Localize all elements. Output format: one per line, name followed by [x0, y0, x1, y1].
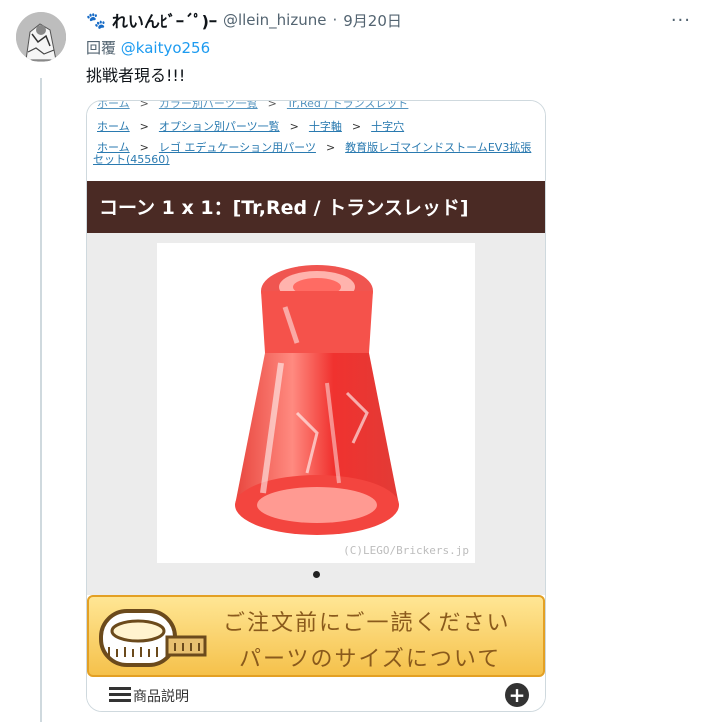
- plus-circle-icon[interactable]: +: [505, 683, 529, 707]
- breadcrumb-row: セット(45560): [93, 153, 533, 167]
- breadcrumb-link[interactable]: ホーム: [97, 120, 130, 133]
- breadcrumb: ホーム > カラー別パーツ一覧 > Tr,Red / トランスレッド ホーム > オプション…: [87, 101, 545, 181]
- reply-mention-link[interactable]: @kaityo256: [121, 39, 210, 57]
- product-photo[interactable]: (C)LEGO/Brickers.jp: [157, 243, 475, 563]
- tweet-date[interactable]: 9月20日: [343, 10, 402, 31]
- tweet-text: 挑戦者現る!!!: [86, 66, 186, 85]
- breadcrumb-separator: >: [139, 100, 149, 110]
- breadcrumb-separator: >: [139, 120, 149, 133]
- reply-line: 回覆 @kaityo256: [86, 37, 210, 58]
- breadcrumb-separator: >: [267, 100, 277, 110]
- breadcrumb-link[interactable]: ホーム: [97, 101, 130, 110]
- product-title-bar: コーン 1 x 1：[Tr,Red / トランスレッド]: [87, 181, 545, 233]
- tweet-header: 🐾 れいんﾋﾞｰ´ﾟ)ｰ @llein_hizune · 9月20日: [86, 8, 402, 32]
- paw-icon: 🐾: [86, 10, 106, 30]
- breadcrumb-row: ホーム > カラー別パーツ一覧 > Tr,Red / トランスレッド: [97, 100, 409, 111]
- display-name[interactable]: れいんﾋﾞｰ´ﾟ)ｰ: [112, 8, 217, 32]
- breadcrumb-separator: >: [351, 120, 362, 133]
- avatar[interactable]: [16, 12, 66, 62]
- breadcrumb-row: ホーム > オプション別パーツ一覧 > 十字軸 > 十字穴: [97, 118, 404, 134]
- carousel-dot[interactable]: [313, 571, 320, 578]
- product-title: コーン 1 x 1：[Tr,Red / トランスレッド]: [99, 197, 469, 219]
- thread-line: [40, 78, 42, 722]
- size-notice-banner[interactable]: ご注文前にご一読ください パーツのサイズについて: [87, 595, 545, 677]
- watermark: (C)LEGO/Brickers.jp: [343, 544, 469, 557]
- banner-line-1: ご注文前にご一読ください: [223, 611, 511, 636]
- breadcrumb-separator: >: [289, 120, 299, 133]
- product-description-label: 商品説明: [133, 689, 189, 705]
- breadcrumb-link[interactable]: セット(45560): [93, 153, 170, 166]
- banner-line-2: パーツのサイズについて: [239, 647, 502, 672]
- product-description-bar[interactable]: 商品説明 +: [87, 677, 545, 711]
- breadcrumb-link[interactable]: 十字軸: [309, 120, 342, 133]
- breadcrumb-link[interactable]: カラー別パーツ一覧: [159, 101, 258, 110]
- breadcrumb-link[interactable]: オプション別パーツ一覧: [159, 120, 280, 133]
- user-handle[interactable]: @llein_hizune: [223, 11, 327, 29]
- menu-icon: [109, 687, 131, 705]
- product-gallery[interactable]: (C)LEGO/Brickers.jp: [87, 233, 545, 595]
- breadcrumb-link[interactable]: Tr,Red / トランスレッド: [287, 101, 409, 110]
- measuring-tape-icon: [99, 609, 207, 667]
- media-card[interactable]: ホーム > カラー別パーツ一覧 > Tr,Red / トランスレッド ホーム > オプション…: [86, 100, 546, 712]
- breadcrumb-link[interactable]: 十字穴: [371, 120, 404, 133]
- separator-dot: ·: [332, 11, 338, 29]
- more-icon[interactable]: ···: [671, 10, 691, 31]
- reply-prefix: 回覆: [86, 39, 117, 57]
